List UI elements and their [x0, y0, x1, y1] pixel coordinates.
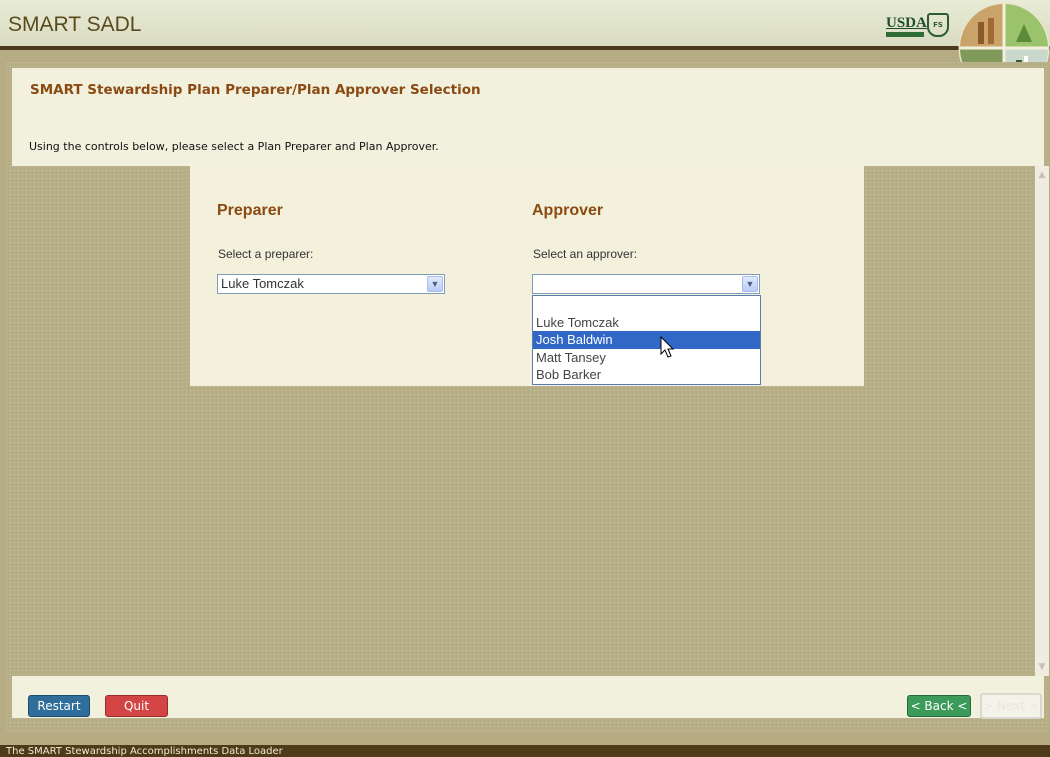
scroll-down-icon[interactable]: ▼	[1035, 660, 1049, 674]
page-instruction: Using the controls below, please select …	[29, 140, 439, 153]
status-bar: The SMART Stewardship Accomplishments Da…	[0, 745, 1050, 757]
next-button[interactable]: > Next >	[980, 693, 1042, 719]
app-title: SMART SADL	[8, 13, 142, 36]
scroll-up-icon[interactable]: ▲	[1035, 168, 1049, 182]
usda-logo-bar	[886, 32, 924, 37]
preparer-label: Select a preparer:	[218, 247, 314, 261]
quit-button[interactable]: Quit	[105, 695, 168, 717]
footer-bar: Restart Quit < Back < > Next >	[12, 676, 1044, 719]
selection-panel: Preparer Select a preparer: Luke Tomczak…	[190, 166, 864, 386]
approver-label: Select an approver:	[533, 247, 638, 261]
chevron-down-icon[interactable]: ▼	[742, 276, 758, 292]
dropdown-option-luke-tomczak[interactable]: Luke Tomczak	[533, 314, 760, 332]
chevron-down-icon[interactable]: ▼	[427, 276, 443, 292]
page-title: SMART Stewardship Plan Preparer/Plan App…	[30, 82, 481, 98]
app-header: SMART SADL USDA FS	[0, 0, 1050, 50]
dropdown-option-blank[interactable]	[533, 296, 760, 314]
back-button[interactable]: < Back <	[907, 695, 971, 717]
approver-heading: Approver	[532, 202, 604, 219]
preparer-select[interactable]: Luke Tomczak ▼	[217, 274, 445, 294]
title-panel: SMART Stewardship Plan Preparer/Plan App…	[12, 68, 1044, 166]
preparer-select-value: Luke Tomczak	[221, 276, 304, 291]
approver-dropdown-list[interactable]: Luke Tomczak Josh Baldwin Matt Tansey Bo…	[532, 295, 761, 385]
restart-button[interactable]: Restart	[28, 695, 90, 717]
usda-logo-icon: USDA FS	[886, 13, 954, 39]
preparer-heading: Preparer	[217, 202, 283, 219]
vertical-scrollbar[interactable]: ▲ ▼	[1035, 166, 1049, 676]
dropdown-option-bob-barker[interactable]: Bob Barker	[533, 366, 760, 384]
usda-logo-text: USDA	[886, 15, 927, 31]
dropdown-option-josh-baldwin[interactable]: Josh Baldwin	[533, 331, 760, 349]
dropdown-option-matt-tansey[interactable]: Matt Tansey	[533, 349, 760, 367]
approver-select[interactable]: ▼	[532, 274, 760, 294]
mouse-pointer-icon	[660, 336, 675, 358]
forest-service-shield-icon: FS	[927, 13, 949, 37]
